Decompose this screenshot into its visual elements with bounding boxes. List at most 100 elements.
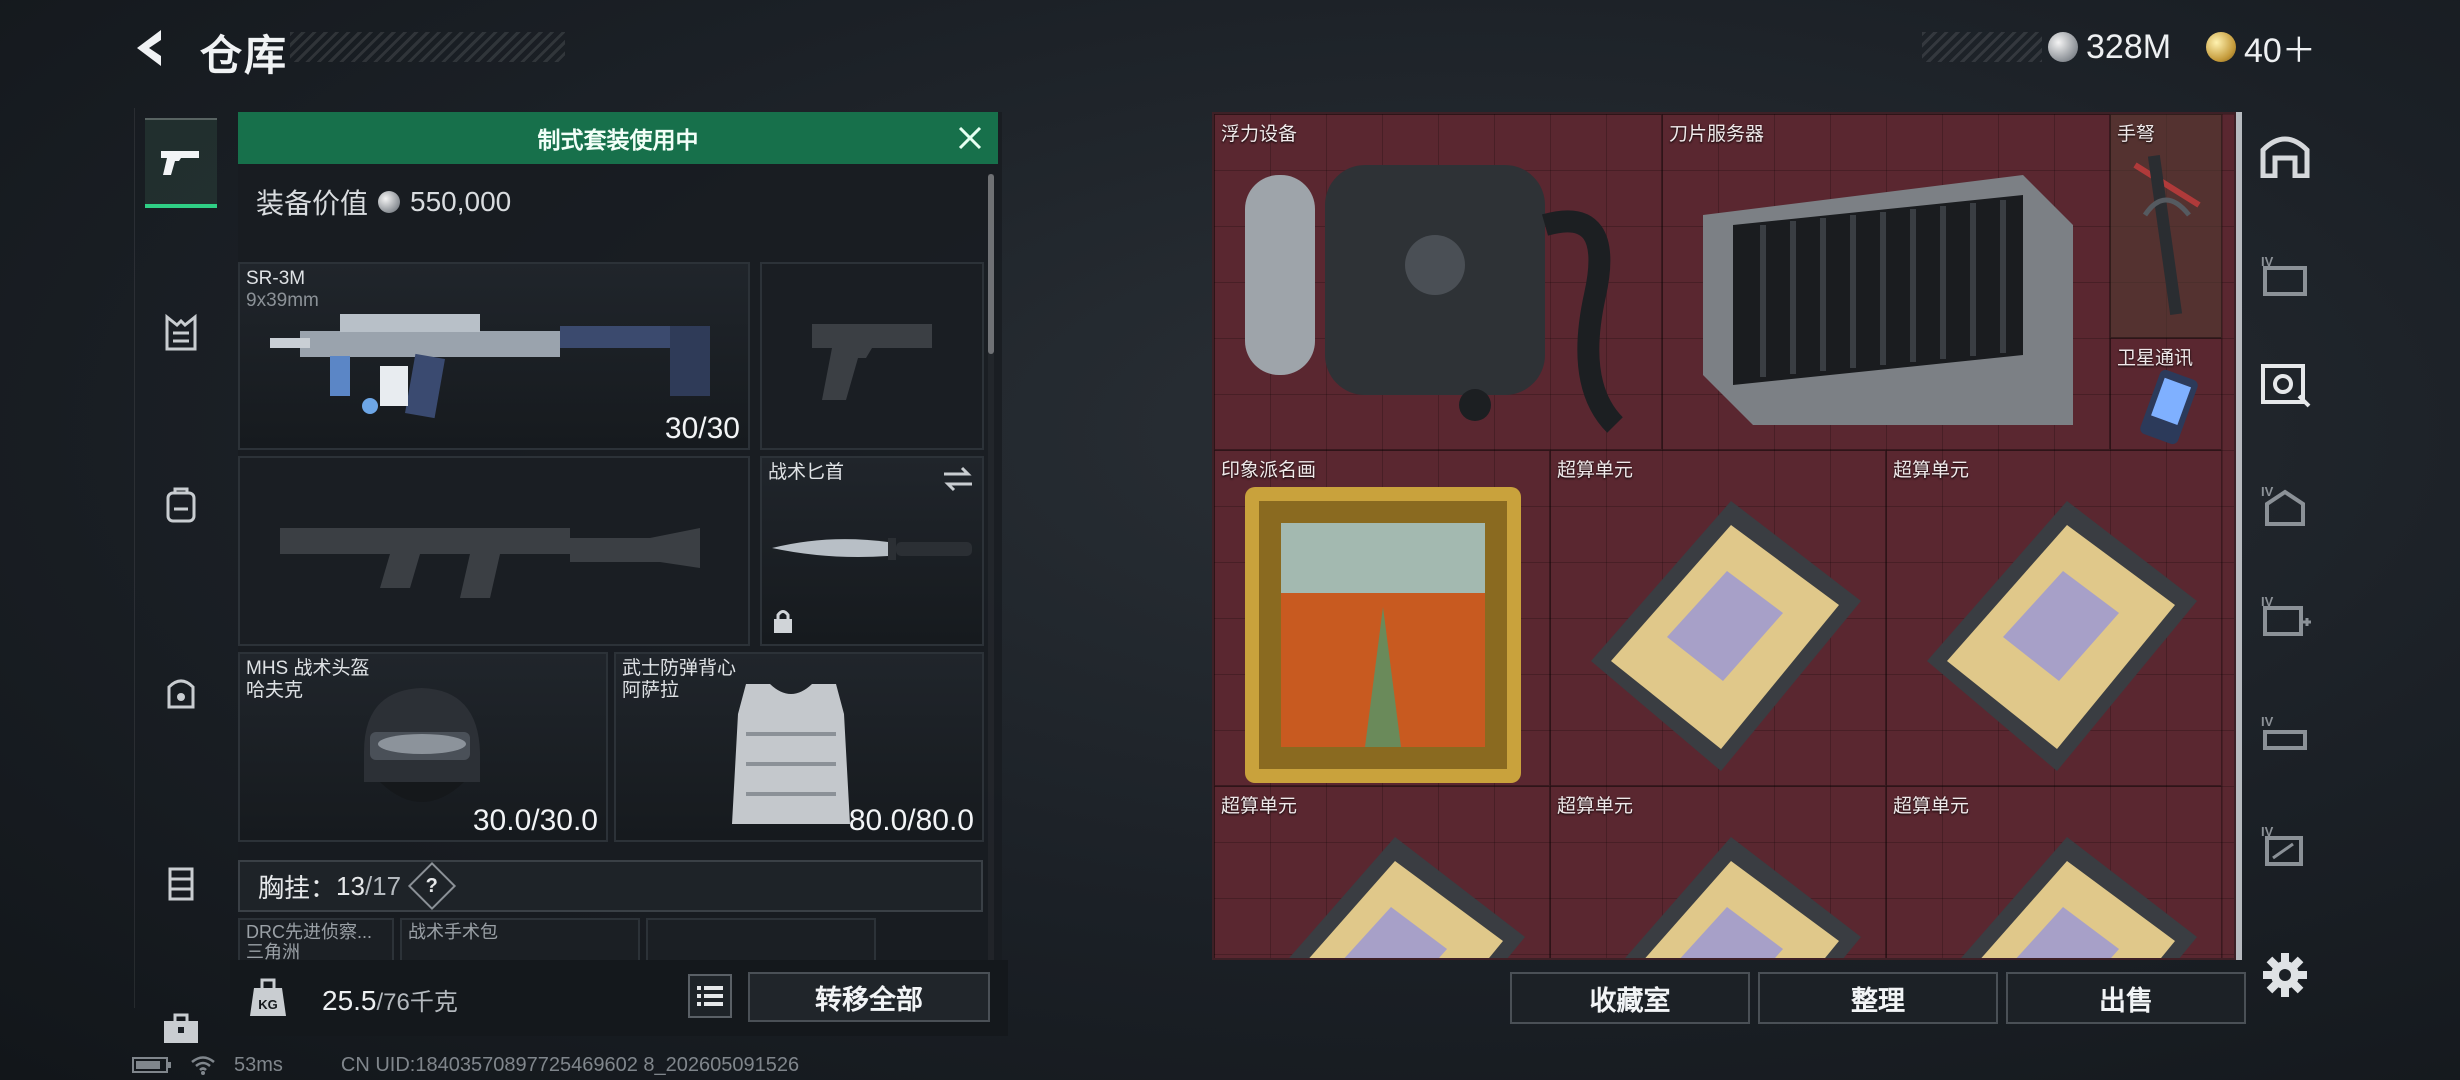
storage-item-impressionist-painting[interactable]: 印象派名画 bbox=[1214, 450, 1550, 786]
silver-coin-icon bbox=[2048, 32, 2078, 62]
swap-icon[interactable] bbox=[942, 466, 974, 492]
primary-weapon-slot[interactable]: SR-3M 9x39mm 30/30 bbox=[238, 262, 750, 450]
weight-current: 25.5 bbox=[322, 985, 377, 1016]
gold-amount: 40＋ bbox=[2244, 31, 2316, 70]
storage-item-buoyancy-device[interactable]: 浮力设备 bbox=[1214, 114, 1662, 450]
storage-tab-5[interactable]: IV bbox=[2252, 572, 2318, 658]
rifle-iv-icon: IV bbox=[2261, 714, 2307, 750]
crossbow-icon bbox=[2133, 154, 2201, 316]
armor-durability: 80.0/80.0 bbox=[848, 804, 974, 837]
supercomputing-unit-icon bbox=[1961, 837, 2197, 958]
buoyancy-device-icon bbox=[1245, 165, 1624, 433]
svg-text:KG: KG bbox=[258, 997, 278, 1012]
storage-grid[interactable]: 浮力设备 刀片服务器 手弩 卫星通讯 印象派名画 超算单元 超算单元 超算单元 … bbox=[1212, 112, 2236, 960]
item-label: 超算单元 bbox=[1221, 796, 1298, 817]
supercomputing-unit-icon bbox=[1591, 501, 1861, 771]
storage-tab-7[interactable]: IV bbox=[2252, 802, 2318, 888]
page-title: 仓库 bbox=[200, 32, 289, 79]
category-rail bbox=[134, 108, 226, 1043]
collection-room-button[interactable]: 收藏室 bbox=[1510, 972, 1750, 1024]
storage-scrollbar[interactable] bbox=[2236, 112, 2242, 960]
organize-button[interactable]: 整理 bbox=[1758, 972, 1998, 1024]
equipment-scroll-thumb[interactable] bbox=[988, 174, 994, 354]
pistol-placeholder-icon bbox=[812, 324, 932, 400]
case-icon bbox=[168, 867, 194, 901]
item-label: 超算单元 bbox=[1893, 796, 1970, 817]
chest-rig-bar[interactable]: 胸挂： 13 /17 ? bbox=[238, 860, 983, 912]
rail-chest-rig-tab[interactable] bbox=[145, 288, 217, 378]
rail-pouch-tab[interactable] bbox=[145, 648, 217, 738]
item-label: 印象派名画 bbox=[1221, 460, 1317, 481]
rail-case-tab[interactable] bbox=[145, 838, 217, 928]
rail-backpack-tab[interactable] bbox=[145, 460, 217, 550]
list-icon bbox=[697, 986, 723, 1006]
rifle-placeholder-icon bbox=[280, 528, 700, 598]
loadout-banner-text: 制式套装使用中 bbox=[537, 127, 699, 153]
chest-rig-count: 13 bbox=[336, 870, 365, 901]
item-label: 卫星通讯 bbox=[2117, 348, 2194, 369]
armor-slot[interactable]: 武士防弹背心 阿萨拉 80.0/80.0 bbox=[614, 652, 984, 842]
backpack-iv-icon: IV bbox=[2261, 484, 2305, 526]
supercomputing-unit-icon bbox=[1927, 501, 2197, 771]
sr3m-rifle-icon bbox=[270, 314, 710, 419]
transfer-all-button[interactable]: 转移全部 bbox=[748, 972, 990, 1022]
help-button[interactable]: ? bbox=[408, 861, 457, 911]
storage-item-supercomputing-unit[interactable]: 超算单元 bbox=[1886, 786, 2222, 958]
storage-item-supercomputing-unit[interactable]: 超算单元 bbox=[1550, 450, 1886, 786]
melee-slot[interactable]: 战术匕首 bbox=[760, 456, 984, 646]
item-label: 超算单元 bbox=[1557, 796, 1634, 817]
toolbox-icon bbox=[164, 1013, 198, 1043]
equipment-value-label: 装备价值 bbox=[256, 188, 369, 219]
storage-item-satellite-phone[interactable]: 卫星通讯 bbox=[2110, 338, 2222, 450]
storage-tab-2[interactable]: IV bbox=[2252, 232, 2318, 318]
currency-silver[interactable]: 328M bbox=[2048, 24, 2171, 70]
blade-server-icon bbox=[1703, 175, 2073, 425]
battery-icon bbox=[132, 1057, 171, 1073]
back-button[interactable] bbox=[128, 22, 178, 74]
status-bar: 53ms CN UID:18403570897725469602 8_20260… bbox=[132, 1052, 799, 1078]
rig-item-slot-3[interactable] bbox=[646, 918, 876, 962]
storage-item-blade-server[interactable]: 刀片服务器 bbox=[1662, 114, 2110, 450]
supercomputing-unit-icon bbox=[1289, 837, 1525, 958]
armor-name: 武士防弹背心 bbox=[622, 658, 737, 679]
folder-iv-icon: IV bbox=[2261, 254, 2307, 296]
chest-rig-label: 胸挂： bbox=[258, 872, 337, 903]
lock-icon bbox=[774, 610, 792, 633]
rail-weapon-tab[interactable] bbox=[145, 118, 217, 208]
storage-item-supercomputing-unit[interactable]: 超算单元 bbox=[1886, 450, 2222, 786]
sell-button[interactable]: 出售 bbox=[2006, 972, 2246, 1024]
storage-item-crossbow[interactable]: 手弩 bbox=[2110, 114, 2222, 338]
back-arrow-icon bbox=[137, 30, 161, 66]
weight-max: /76千克 bbox=[376, 989, 458, 1016]
banner-close-button[interactable] bbox=[956, 124, 984, 152]
sidearm-slot[interactable] bbox=[760, 262, 984, 450]
storage-tabs-rail: IV IV IV IV IV bbox=[2252, 112, 2322, 972]
rig-item-slot-2[interactable]: 战术手术包 bbox=[400, 918, 640, 962]
weight-readout: 25.5/76千克 bbox=[322, 982, 458, 1017]
storage-item-supercomputing-unit[interactable]: 超算单元 bbox=[1214, 786, 1550, 958]
armor-vest-icon bbox=[732, 684, 850, 824]
settings-button[interactable] bbox=[2262, 952, 2312, 1002]
wifi-icon bbox=[191, 1056, 215, 1075]
storage-tab-3[interactable] bbox=[2252, 342, 2318, 428]
storage-tab-6[interactable]: IV bbox=[2252, 692, 2318, 778]
camera-cabinet-icon bbox=[2261, 364, 2311, 408]
list-view-button[interactable] bbox=[688, 974, 732, 1018]
rig-item-2-label: 战术手术包 bbox=[408, 922, 498, 942]
item-label: 浮力设备 bbox=[1221, 124, 1298, 145]
helmet-slot[interactable]: MHS 战术头盔 哈夫克 30.0/30.0 bbox=[238, 652, 608, 842]
storage-tab-4[interactable]: IV bbox=[2252, 462, 2318, 548]
svg-text:IV: IV bbox=[2261, 714, 2274, 729]
silver-amount: 328M bbox=[2086, 27, 2172, 66]
rig-item-slot-1[interactable]: DRC先进侦察... 三角洲 bbox=[238, 918, 394, 962]
secondary-weapon-slot[interactable] bbox=[238, 456, 750, 646]
storage-item-supercomputing-unit[interactable]: 超算单元 bbox=[1550, 786, 1886, 958]
currency-gold[interactable]: 40＋ bbox=[2206, 24, 2316, 70]
item-label: 刀片服务器 bbox=[1669, 124, 1765, 145]
storage-tab-home[interactable] bbox=[2252, 112, 2318, 198]
chest-rig-capacity: /17 bbox=[364, 870, 402, 901]
svg-text:IV: IV bbox=[2261, 484, 2274, 499]
ping-readout: 53ms bbox=[234, 1053, 283, 1076]
currency-decoration bbox=[1922, 32, 2042, 62]
rig-item-1-label: DRC先进侦察... 三角洲 bbox=[246, 922, 372, 962]
